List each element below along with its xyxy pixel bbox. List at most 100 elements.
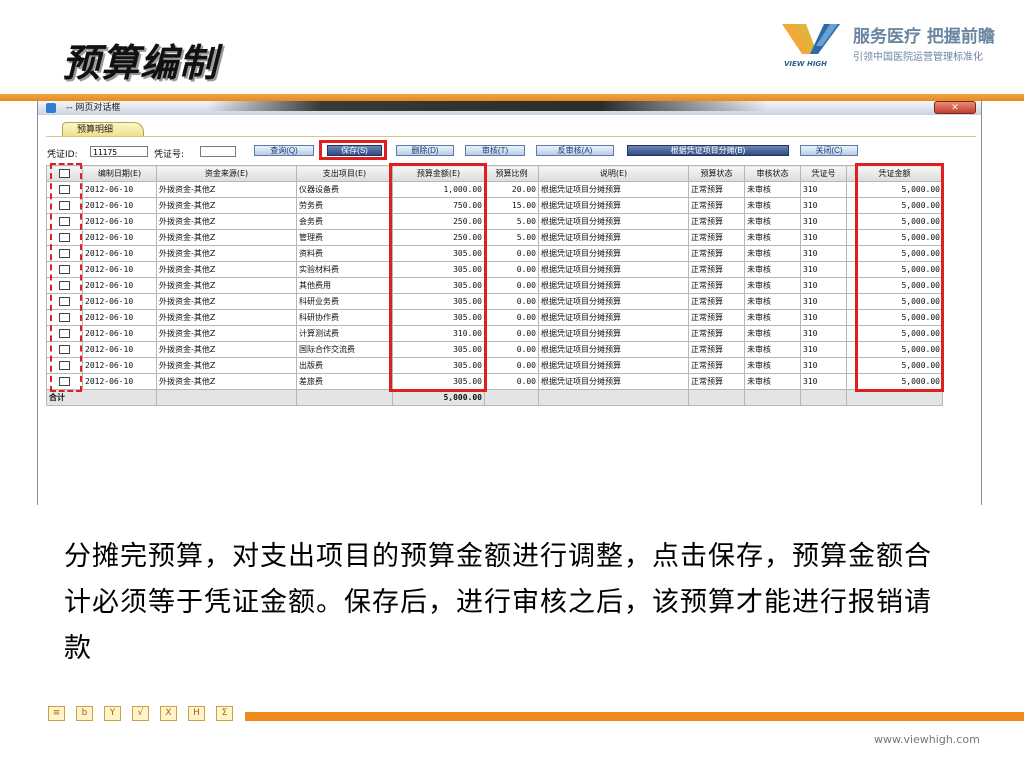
table-cell[interactable]: 根据凭证项目分摊预算 xyxy=(538,293,689,310)
table-cell[interactable]: 未审核 xyxy=(744,245,801,262)
tab-budget-detail[interactable]: 预算明细 xyxy=(62,122,144,136)
table-cell[interactable]: 310 xyxy=(800,197,847,214)
table-cell[interactable]: 310 xyxy=(800,373,847,390)
table-cell[interactable]: 2012-06-10 xyxy=(82,181,157,198)
table-cell[interactable]: 仪器设备费 xyxy=(296,181,393,198)
table-cell[interactable]: 2012-06-10 xyxy=(82,197,157,214)
table-cell[interactable]: 外拨资金-其他Z xyxy=(156,229,297,246)
table-cell[interactable]: 差旅费 xyxy=(296,373,393,390)
table-cell[interactable]: 0.00 xyxy=(484,293,539,310)
table-row[interactable]: 2012-06-10 外拨资金-其他Z 会务费 250.00 5.00 根据凭证项目分摊预… xyxy=(46,213,943,230)
table-cell[interactable]: 科研业务费 xyxy=(296,293,393,310)
delete-button[interactable]: 删除(D) xyxy=(396,145,454,156)
column-header[interactable]: 说明(E) xyxy=(538,165,689,182)
table-cell[interactable]: 20.00 xyxy=(484,181,539,198)
table-row[interactable]: 2012-06-10 外拨资金-其他Z 仪器设备费 1,000.00 20.00 根据凭证… xyxy=(46,181,943,198)
column-header[interactable]: 编制日期(E) xyxy=(82,165,157,182)
unaudit-button[interactable]: 反审核(A) xyxy=(536,145,614,156)
table-cell[interactable]: 5.00 xyxy=(484,229,539,246)
table-cell[interactable]: 根据凭证项目分摊预算 xyxy=(538,197,689,214)
table-cell[interactable]: 0.00 xyxy=(484,341,539,358)
table-cell[interactable]: 根据凭证项目分摊预算 xyxy=(538,181,689,198)
table-cell[interactable]: 未审核 xyxy=(744,229,801,246)
allocate-by-voucher-button[interactable]: 根据凭证项目分摊(B) xyxy=(627,145,789,156)
query-button[interactable]: 查询(Q) xyxy=(254,145,314,156)
office-icon-2[interactable]: b xyxy=(76,706,93,721)
table-cell[interactable]: 出版费 xyxy=(296,357,393,374)
table-cell[interactable]: 310 xyxy=(800,213,847,230)
table-cell[interactable]: 外拨资金-其他Z xyxy=(156,293,297,310)
table-cell[interactable]: 未审核 xyxy=(744,357,801,374)
table-cell[interactable]: 2012-06-10 xyxy=(82,293,157,310)
table-cell[interactable]: 外拨资金-其他Z xyxy=(156,197,297,214)
table-cell[interactable]: 2012-06-10 xyxy=(82,245,157,262)
table-cell[interactable]: 0.00 xyxy=(484,373,539,390)
table-cell[interactable]: 国际合作交流费 xyxy=(296,341,393,358)
table-row[interactable]: 2012-06-10 外拨资金-其他Z 科研业务费 305.00 0.00 根据凭证项目分… xyxy=(46,293,943,310)
table-cell[interactable]: 310 xyxy=(800,229,847,246)
table-row[interactable]: 2012-06-10 外拨资金-其他Z 资料费 305.00 0.00 根据凭证项目分摊预… xyxy=(46,245,943,262)
table-cell[interactable]: 正常预算 xyxy=(688,325,745,342)
table-cell[interactable]: 未审核 xyxy=(744,261,801,278)
table-cell[interactable]: 0.00 xyxy=(484,245,539,262)
audit-button[interactable]: 审核(T) xyxy=(465,145,525,156)
column-header[interactable]: 凭证号 xyxy=(800,165,847,182)
table-cell[interactable]: 外拨资金-其他Z xyxy=(156,181,297,198)
table-cell[interactable]: 15.00 xyxy=(484,197,539,214)
table-cell[interactable]: 2012-06-10 xyxy=(82,309,157,326)
column-header[interactable]: 预算状态 xyxy=(688,165,745,182)
column-header[interactable]: 审核状态 xyxy=(744,165,801,182)
table-cell[interactable]: 外拨资金-其他Z xyxy=(156,341,297,358)
table-cell[interactable]: 310 xyxy=(800,325,847,342)
table-cell[interactable]: 310 xyxy=(800,181,847,198)
table-cell[interactable]: 0.00 xyxy=(484,309,539,326)
table-cell[interactable]: 310 xyxy=(800,341,847,358)
table-cell[interactable]: 正常预算 xyxy=(688,245,745,262)
table-cell[interactable]: 2012-06-10 xyxy=(82,213,157,230)
table-cell[interactable]: 5.00 xyxy=(484,213,539,230)
table-cell[interactable]: 根据凭证项目分摊预算 xyxy=(538,357,689,374)
table-cell[interactable]: 外拨资金-其他Z xyxy=(156,261,297,278)
table-cell[interactable]: 310 xyxy=(800,357,847,374)
column-header[interactable]: 资金来源(E) xyxy=(156,165,297,182)
table-cell[interactable]: 计算测试费 xyxy=(296,325,393,342)
table-cell[interactable]: 2012-06-10 xyxy=(82,229,157,246)
table-cell[interactable]: 0.00 xyxy=(484,357,539,374)
table-cell[interactable]: 正常预算 xyxy=(688,229,745,246)
table-cell[interactable]: 外拨资金-其他Z xyxy=(156,357,297,374)
column-header[interactable]: 预算比例 xyxy=(484,165,539,182)
table-cell[interactable]: 正常预算 xyxy=(688,277,745,294)
table-cell[interactable]: 外拨资金-其他Z xyxy=(156,373,297,390)
table-cell[interactable]: 外拨资金-其他Z xyxy=(156,309,297,326)
table-row[interactable]: 2012-06-10 外拨资金-其他Z 科研协作费 305.00 0.00 根据凭证项目分… xyxy=(46,309,943,326)
table-cell[interactable]: 310 xyxy=(800,277,847,294)
office-icon-4[interactable]: √ xyxy=(132,706,149,721)
table-cell[interactable]: 会务费 xyxy=(296,213,393,230)
table-cell[interactable]: 未审核 xyxy=(744,181,801,198)
table-cell[interactable]: 其他费用 xyxy=(296,277,393,294)
table-cell[interactable]: 2012-06-10 xyxy=(82,261,157,278)
table-cell[interactable]: 2012-06-10 xyxy=(82,325,157,342)
table-row[interactable]: 2012-06-10 外拨资金-其他Z 出版费 305.00 0.00 根据凭证项目分摊预… xyxy=(46,357,943,374)
voucher-no-field[interactable] xyxy=(200,146,236,157)
close-window-button[interactable]: ✕ xyxy=(934,101,976,114)
table-cell[interactable]: 正常预算 xyxy=(688,309,745,326)
office-icon-1[interactable]: ≡ xyxy=(48,706,65,721)
table-cell[interactable]: 根据凭证项目分摊预算 xyxy=(538,245,689,262)
table-cell[interactable]: 根据凭证项目分摊预算 xyxy=(538,325,689,342)
table-cell[interactable]: 正常预算 xyxy=(688,197,745,214)
office-icon-6[interactable]: H xyxy=(188,706,205,721)
table-cell[interactable]: 根据凭证项目分摊预算 xyxy=(538,213,689,230)
table-row[interactable]: 2012-06-10 外拨资金-其他Z 实验材料费 305.00 0.00 根据凭证项目分… xyxy=(46,261,943,278)
table-cell[interactable]: 0.00 xyxy=(484,277,539,294)
table-row[interactable]: 2012-06-10 外拨资金-其他Z 计算测试费 310.00 0.00 根据凭证项目分… xyxy=(46,325,943,342)
table-cell[interactable]: 未审核 xyxy=(744,325,801,342)
table-cell[interactable]: 正常预算 xyxy=(688,357,745,374)
table-row[interactable]: 2012-06-10 外拨资金-其他Z 管理费 250.00 5.00 根据凭证项目分摊预… xyxy=(46,229,943,246)
table-cell[interactable]: 外拨资金-其他Z xyxy=(156,325,297,342)
table-cell[interactable]: 根据凭证项目分摊预算 xyxy=(538,309,689,326)
table-cell[interactable]: 根据凭证项目分摊预算 xyxy=(538,373,689,390)
office-icon-3[interactable]: Y xyxy=(104,706,121,721)
table-cell[interactable]: 未审核 xyxy=(744,213,801,230)
table-cell[interactable]: 2012-06-10 xyxy=(82,373,157,390)
